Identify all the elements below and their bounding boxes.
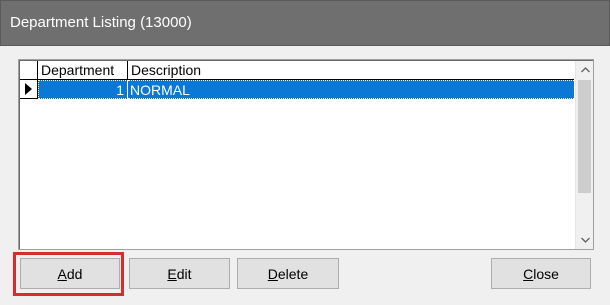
cell-department[interactable]: 1	[38, 80, 128, 99]
window-title: Department Listing (13000)	[10, 14, 192, 31]
scroll-down-button[interactable]	[576, 231, 594, 249]
window-body: Department Description 1 NORMAL A dd E d…	[0, 46, 610, 305]
close-button-mnemonic: C	[523, 265, 534, 282]
table-row[interactable]: 1 NORMAL	[20, 80, 574, 99]
edit-button-mnemonic: E	[167, 265, 177, 282]
department-grid[interactable]: Department Description 1 NORMAL	[18, 59, 594, 250]
header-indicator-cell	[20, 61, 38, 80]
scroll-up-button[interactable]	[576, 61, 594, 79]
edit-button[interactable]: Edit	[129, 258, 230, 289]
cell-description[interactable]: NORMAL	[128, 80, 574, 99]
column-header-description[interactable]: Description	[128, 61, 574, 80]
delete-button-mnemonic: D	[267, 265, 278, 282]
add-button-mnemonic: A	[57, 265, 67, 282]
grid-viewport: Department Description 1 NORMAL	[20, 61, 574, 249]
title-bar[interactable]: Department Listing (13000)	[0, 0, 610, 46]
column-header-department[interactable]: Department	[38, 61, 128, 80]
current-row-arrow-icon	[25, 83, 32, 95]
chevron-up-icon	[580, 67, 590, 73]
close-button[interactable]: Close	[491, 258, 591, 289]
delete-button[interactable]: Delete	[237, 258, 339, 289]
close-button-label: lose	[533, 265, 559, 282]
grid-header-row: Department Description	[20, 61, 574, 80]
add-button[interactable]: Add	[20, 258, 120, 289]
chevron-down-icon	[580, 237, 590, 243]
delete-button-label: elete	[277, 265, 309, 282]
add-button-label: dd	[66, 265, 83, 282]
edit-button-label: dit	[176, 265, 192, 282]
vertical-scrollbar[interactable]	[575, 61, 593, 249]
scroll-thumb[interactable]	[578, 80, 591, 193]
row-indicator-cell[interactable]	[20, 80, 38, 99]
